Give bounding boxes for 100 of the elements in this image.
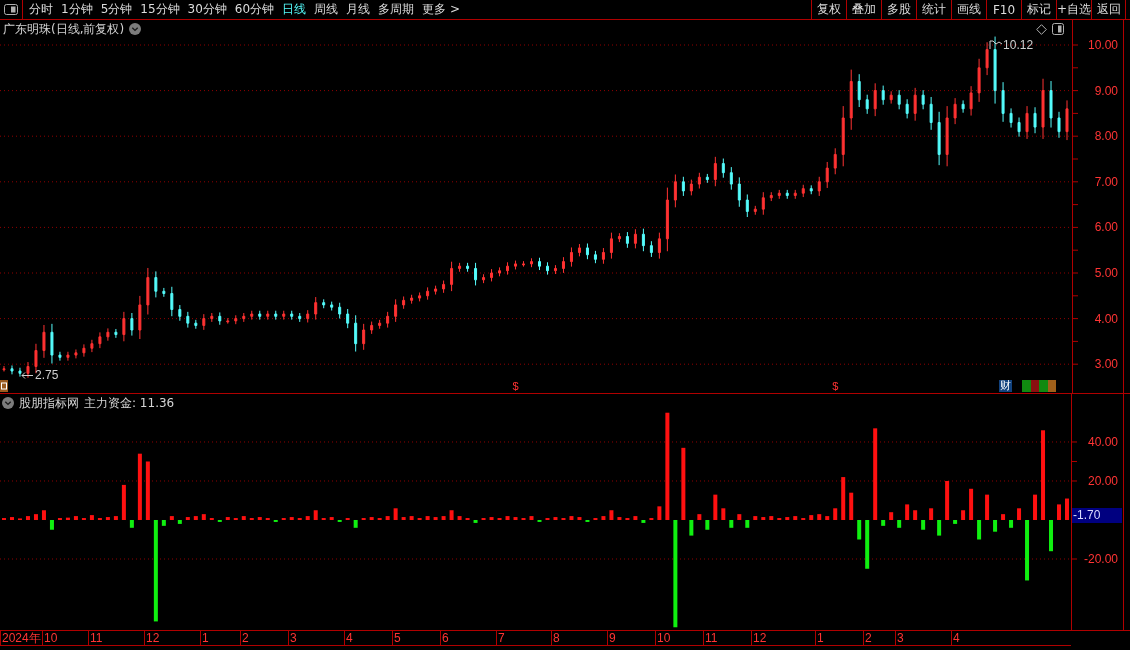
toolbar-button[interactable]: F10 (986, 0, 1021, 19)
period-tab[interactable]: 日线 (282, 1, 307, 18)
dividend-marker: $ (512, 380, 519, 392)
period-tab[interactable]: 60分钟 (234, 1, 275, 18)
date-axis-label: 1 (202, 631, 209, 645)
toolbar-button[interactable]: 画线 (951, 0, 986, 19)
toolbar-button[interactable]: 返回 (1091, 0, 1126, 19)
histogram-bar (177, 520, 182, 524)
histogram-bar (353, 520, 358, 528)
histogram-bar (889, 512, 894, 520)
period-tab[interactable]: 5分钟 (100, 1, 133, 18)
price-axis-label: 10.00 (1087, 38, 1118, 52)
histogram-bar (1065, 498, 1069, 520)
indicator-name: 股朋指标网 (19, 396, 79, 410)
histogram-bar (657, 506, 662, 520)
histogram-bar (641, 520, 646, 523)
histogram-bar (729, 520, 734, 528)
histogram-bar (633, 516, 638, 520)
date-axis-label: 2 (865, 631, 872, 645)
period-tab[interactable]: 月线 (346, 1, 371, 18)
finance-badge[interactable]: 财 (999, 380, 1012, 392)
histogram-bar (169, 516, 174, 520)
histogram-bar (457, 516, 462, 520)
toolbar-button[interactable]: 叠加 (846, 0, 881, 19)
histogram-bar (369, 517, 374, 520)
period-tab[interactable]: 多周期 (378, 1, 415, 18)
price-axis-label: 5.00 (1094, 266, 1118, 280)
histogram-bar (769, 516, 774, 520)
toolbar-button[interactable]: 标记 (1021, 0, 1056, 19)
dropdown-icon[interactable] (2, 397, 14, 409)
low-price-label: 2.75 (34, 368, 59, 382)
histogram-bar (409, 516, 414, 520)
histogram-bar (225, 517, 230, 520)
date-axis-label: 11 (705, 631, 718, 645)
last-value-label: -1.70 (1072, 508, 1122, 523)
period-tab[interactable]: 周线 (314, 1, 339, 18)
toolbar-button[interactable]: 统计 (916, 0, 951, 19)
histogram-bar (601, 516, 606, 520)
high-price-label: 10.12 (1003, 38, 1034, 52)
chart-title: 广东明珠(日线,前复权) (3, 22, 125, 36)
histogram-bar (441, 516, 446, 520)
histogram-bar (825, 516, 830, 520)
panel-icon[interactable] (1052, 23, 1064, 35)
dropdown-icon[interactable] (129, 23, 142, 35)
date-axis-label: 10 (657, 631, 671, 645)
histogram-bar (41, 510, 46, 520)
square-icon (0, 380, 8, 392)
price-axis-label: 6.00 (1094, 220, 1118, 235)
histogram-bar (1025, 520, 1030, 581)
histogram-bar (985, 494, 990, 520)
histogram-bar (305, 516, 310, 520)
histogram-bar (529, 516, 534, 520)
histogram-bar (1057, 504, 1061, 520)
diamond-icon[interactable] (1036, 24, 1047, 35)
histogram-bar (33, 514, 38, 520)
histogram-bar (89, 515, 94, 520)
indicator-axis-label: 40.00 (1087, 434, 1118, 449)
histogram-bar (425, 516, 430, 520)
date-axis-label: 4 (346, 631, 353, 645)
date-axis-label: 7 (498, 631, 505, 645)
period-tab[interactable]: 分时 (29, 1, 53, 18)
indicator-axis-label: 20.00 (1087, 474, 1118, 488)
period-tab[interactable]: 30分钟 (187, 1, 227, 18)
histogram-bar (257, 517, 262, 520)
histogram-bar (193, 516, 198, 520)
toolbar-button[interactable]: 多股 (881, 0, 916, 19)
histogram-bar (433, 517, 438, 520)
price-axis-label: 3.00 (1094, 357, 1118, 372)
date-axis-label: 4 (953, 631, 960, 645)
histogram-bar (745, 520, 750, 528)
histogram-bar (25, 516, 30, 520)
histogram-bar (913, 510, 918, 520)
histogram-bar (513, 517, 518, 520)
histogram-bar (65, 517, 70, 520)
histogram-bar (241, 516, 246, 520)
histogram-bar (129, 520, 134, 528)
toolbar-button[interactable]: +自选 (1056, 0, 1091, 19)
histogram-bar (849, 492, 854, 520)
histogram-bar (961, 510, 966, 520)
period-tab[interactable]: 15分钟 (140, 1, 180, 18)
histogram-bar (105, 517, 110, 520)
histogram-bar (857, 520, 862, 540)
histogram-bar (1033, 494, 1038, 520)
price-axis-label: 4.00 (1094, 311, 1118, 326)
toolbar-button[interactable]: 复权 (811, 0, 846, 19)
histogram-bar (569, 516, 574, 520)
histogram-bar (10, 517, 14, 520)
histogram-bar (449, 510, 454, 520)
histogram-bar (1049, 520, 1053, 552)
panel-toggle-icon[interactable] (4, 4, 18, 15)
histogram-bar (145, 461, 150, 520)
histogram-bar (697, 514, 702, 520)
histogram-bar (1017, 508, 1022, 520)
histogram-bar (121, 484, 126, 520)
dividend-marker: $ (832, 380, 839, 392)
date-axis-label: 9 (609, 631, 616, 645)
histogram-bar (785, 517, 790, 520)
histogram-bar (137, 453, 142, 520)
period-tab[interactable]: 更多 > (422, 1, 460, 18)
period-tab[interactable]: 1分钟 (61, 1, 93, 18)
